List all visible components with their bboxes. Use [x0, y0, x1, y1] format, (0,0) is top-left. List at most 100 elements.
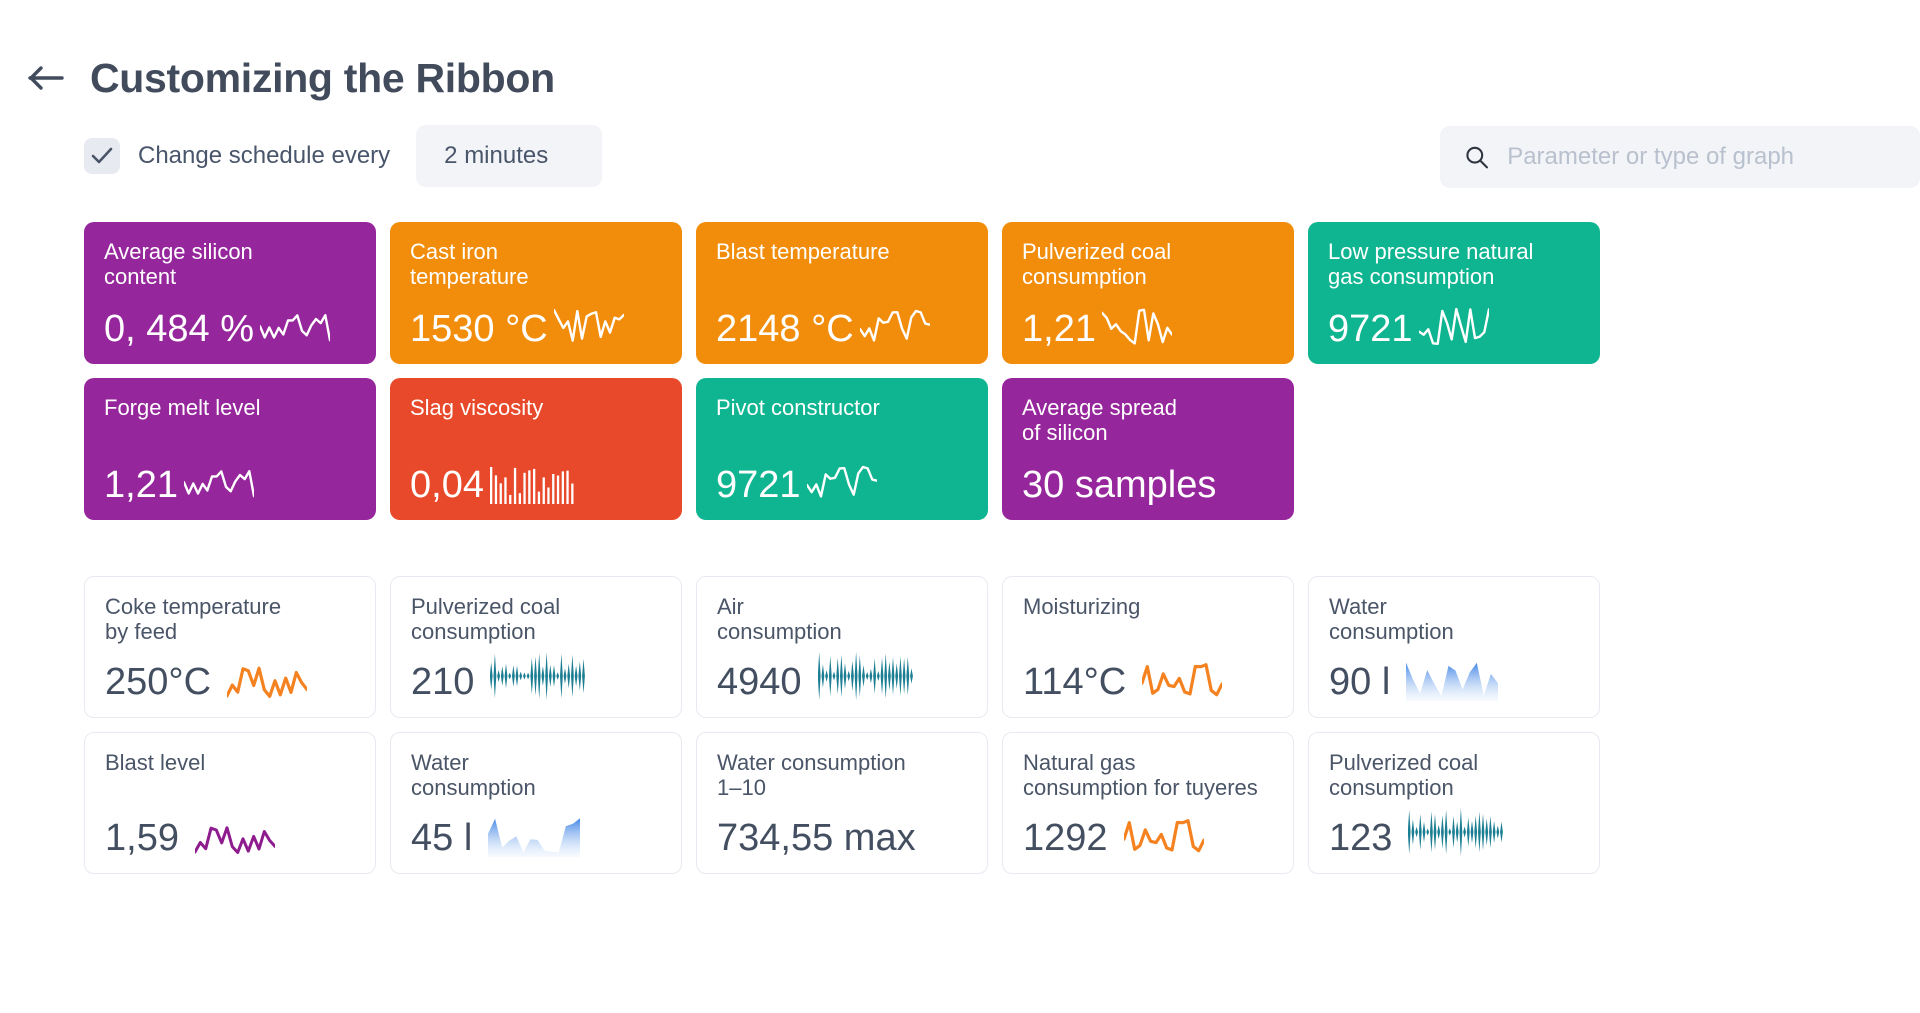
metric-tile-label: Pulverized coal consumption — [411, 594, 561, 644]
metric-tile-label: Moisturizing — [1023, 594, 1141, 619]
metric-tile-value: 90 l — [1329, 661, 1391, 703]
metric-tile-value: 9721 — [1328, 308, 1413, 350]
metric-tile-label: Pulverized coal consumption — [1022, 239, 1172, 289]
toolbar: Change schedule every 2 minutes — [0, 108, 1920, 194]
metric-tile-value-row: 114°C — [1023, 659, 1273, 701]
metric-tile-value-row: 30 samples — [1022, 466, 1274, 504]
metric-tile[interactable]: Average spread of silicon 30 samples — [1002, 378, 1294, 520]
metric-tile[interactable]: Natural gas consumption for tuyeres 1292 — [1002, 732, 1294, 874]
search-input[interactable] — [1507, 143, 1896, 171]
colored-tiles-row-2: Forge melt level 1,21 Slag viscosity 0,04 Pi… — [0, 378, 1920, 520]
metric-tile-value-row: 90 l — [1329, 653, 1579, 701]
sparkline-chart — [817, 651, 913, 701]
metric-tile-value-row: 9721 — [716, 460, 968, 504]
metric-tile-label: Pivot constructor — [716, 395, 880, 420]
metric-tile-value-row: 9721 — [1328, 304, 1580, 348]
plain-tiles-row-1: Coke temperature by feed 250°C Pulverized … — [0, 576, 1920, 718]
metric-tile-value: 4940 — [717, 661, 802, 703]
sparkline-chart — [194, 826, 275, 854]
change-schedule-label: Change schedule every — [138, 142, 391, 169]
plain-tiles-row-2: Blast level 1,59 Water consumption 45 l Wate… — [0, 732, 1920, 874]
metric-tile[interactable]: Cast iron temperature 1530 °C — [390, 222, 682, 364]
metric-tile-value-row: 4940 — [717, 651, 967, 701]
metric-tile-value: 1,21 — [104, 464, 178, 506]
metric-tile-value: 1,59 — [105, 817, 179, 859]
metric-tile-value-row: 734,55 max — [717, 819, 967, 857]
search-icon — [1466, 146, 1488, 169]
metric-tile-value: 1,21 — [1022, 308, 1096, 350]
metric-tile-label: Blast level — [105, 750, 206, 775]
sparkline-chart — [488, 818, 581, 857]
metric-tile-value: 1292 — [1023, 817, 1108, 859]
schedule-checkbox-group: Change schedule every — [84, 138, 390, 174]
metric-tile-value-row: 1,59 — [105, 819, 355, 857]
metric-tile[interactable]: Water consumption 1–10 734,55 max — [696, 732, 988, 874]
metric-tile-value-row: 1292 — [1023, 815, 1273, 857]
metric-tile-value-row: 0, 484 % — [104, 304, 356, 348]
metric-tile[interactable]: Low pressure natural gas consumption 9721 — [1308, 222, 1600, 364]
sparkline-chart — [183, 470, 254, 498]
metric-tile[interactable]: Water consumption 90 l — [1308, 576, 1600, 718]
metric-tile-value-row: 1530 °C — [410, 304, 662, 348]
sparkline-chart — [806, 465, 877, 498]
metric-tile-value-row: 2148 °C — [716, 304, 968, 348]
metric-tile-value: 9721 — [716, 464, 801, 506]
metric-tile-value: 210 — [411, 661, 475, 703]
metric-tile-label: Low pressure natural gas consumption — [1328, 239, 1534, 289]
metric-tile-label: Average silicon content — [104, 239, 253, 289]
metric-tile-label: Blast temperature — [716, 239, 890, 264]
metric-tile[interactable]: Pulverized coal consumption 210 — [390, 576, 682, 718]
metric-tile-value: 45 l — [411, 817, 473, 859]
metric-tile[interactable]: Water consumption 45 l — [390, 732, 682, 874]
metric-tile-label: Slag viscosity — [410, 395, 544, 420]
metric-tile-value: 1530 °C — [410, 308, 548, 350]
metric-tile-label: Water consumption — [1329, 594, 1454, 644]
sparkline-chart — [1406, 662, 1499, 701]
metric-tile[interactable]: Coke temperature by feed 250°C — [84, 576, 376, 718]
metric-tile-value-row: 1,21 — [104, 460, 356, 504]
metric-tile-value: 0,04 — [410, 464, 484, 506]
metric-tile[interactable]: Moisturizing 114°C — [1002, 576, 1294, 718]
sparkline-chart — [260, 314, 330, 342]
metric-tile-value-row: 45 l — [411, 809, 661, 857]
metric-tile[interactable]: Forge melt level 1,21 — [84, 378, 376, 520]
metric-tile-label: Average spread of silicon — [1022, 395, 1177, 445]
metric-tile-label: Natural gas consumption for tuyeres — [1023, 750, 1258, 800]
sparkline-chart — [490, 652, 586, 700]
schedule-interval-select[interactable]: 2 minutes — [416, 125, 603, 187]
metric-tile[interactable]: Air consumption 4940 — [696, 576, 988, 718]
metric-tile-value: 0, 484 % — [104, 308, 254, 350]
metric-tile-value: 114°C — [1023, 661, 1127, 703]
metric-tile[interactable]: Pulverized coal consumption 123 — [1308, 732, 1600, 874]
metric-tile-label: Water consumption 1–10 — [717, 750, 906, 800]
metric-tile-value-row: 123 — [1329, 807, 1579, 857]
sparkline-chart — [1418, 307, 1489, 345]
back-arrow-icon[interactable] — [26, 57, 68, 99]
metric-tile-value-row: 1,21 — [1022, 304, 1274, 348]
page-header: Customizing the Ribbon — [0, 0, 1920, 108]
metric-tile-value: 30 samples — [1022, 464, 1217, 506]
metric-tile-value-row: 210 — [411, 651, 661, 701]
sparkline-chart — [553, 308, 624, 342]
metric-tile-value: 734,55 max — [717, 817, 916, 859]
metric-tile[interactable]: Blast temperature 2148 °C — [696, 222, 988, 364]
metric-tile[interactable]: Pivot constructor 9721 — [696, 378, 988, 520]
change-schedule-checkbox[interactable] — [84, 138, 120, 174]
metric-tile-value: 250°C — [105, 661, 212, 703]
metric-tile-value: 2148 °C — [716, 308, 854, 350]
metric-tile[interactable]: Slag viscosity 0,04 — [390, 378, 682, 520]
metric-tile-label: Cast iron temperature — [410, 239, 529, 289]
sparkline-chart — [227, 666, 308, 698]
metric-tile-label: Coke temperature by feed — [105, 594, 282, 644]
search-box[interactable] — [1440, 126, 1920, 188]
sparkline-chart — [859, 309, 930, 342]
metric-tile-value-row: 0,04 — [410, 464, 662, 504]
metric-tile[interactable]: Blast level 1,59 — [84, 732, 376, 874]
metric-tile[interactable]: Pulverized coal consumption 1,21 — [1002, 222, 1294, 364]
sparkline-chart — [1408, 808, 1504, 856]
metric-tile-value: 123 — [1329, 817, 1393, 859]
metric-tile-label: Forge melt level — [104, 395, 261, 420]
sparkline-chart — [1123, 819, 1204, 853]
metric-tile[interactable]: Average silicon content 0, 484 % — [84, 222, 376, 364]
metric-tile-value-row: 250°C — [105, 659, 355, 701]
